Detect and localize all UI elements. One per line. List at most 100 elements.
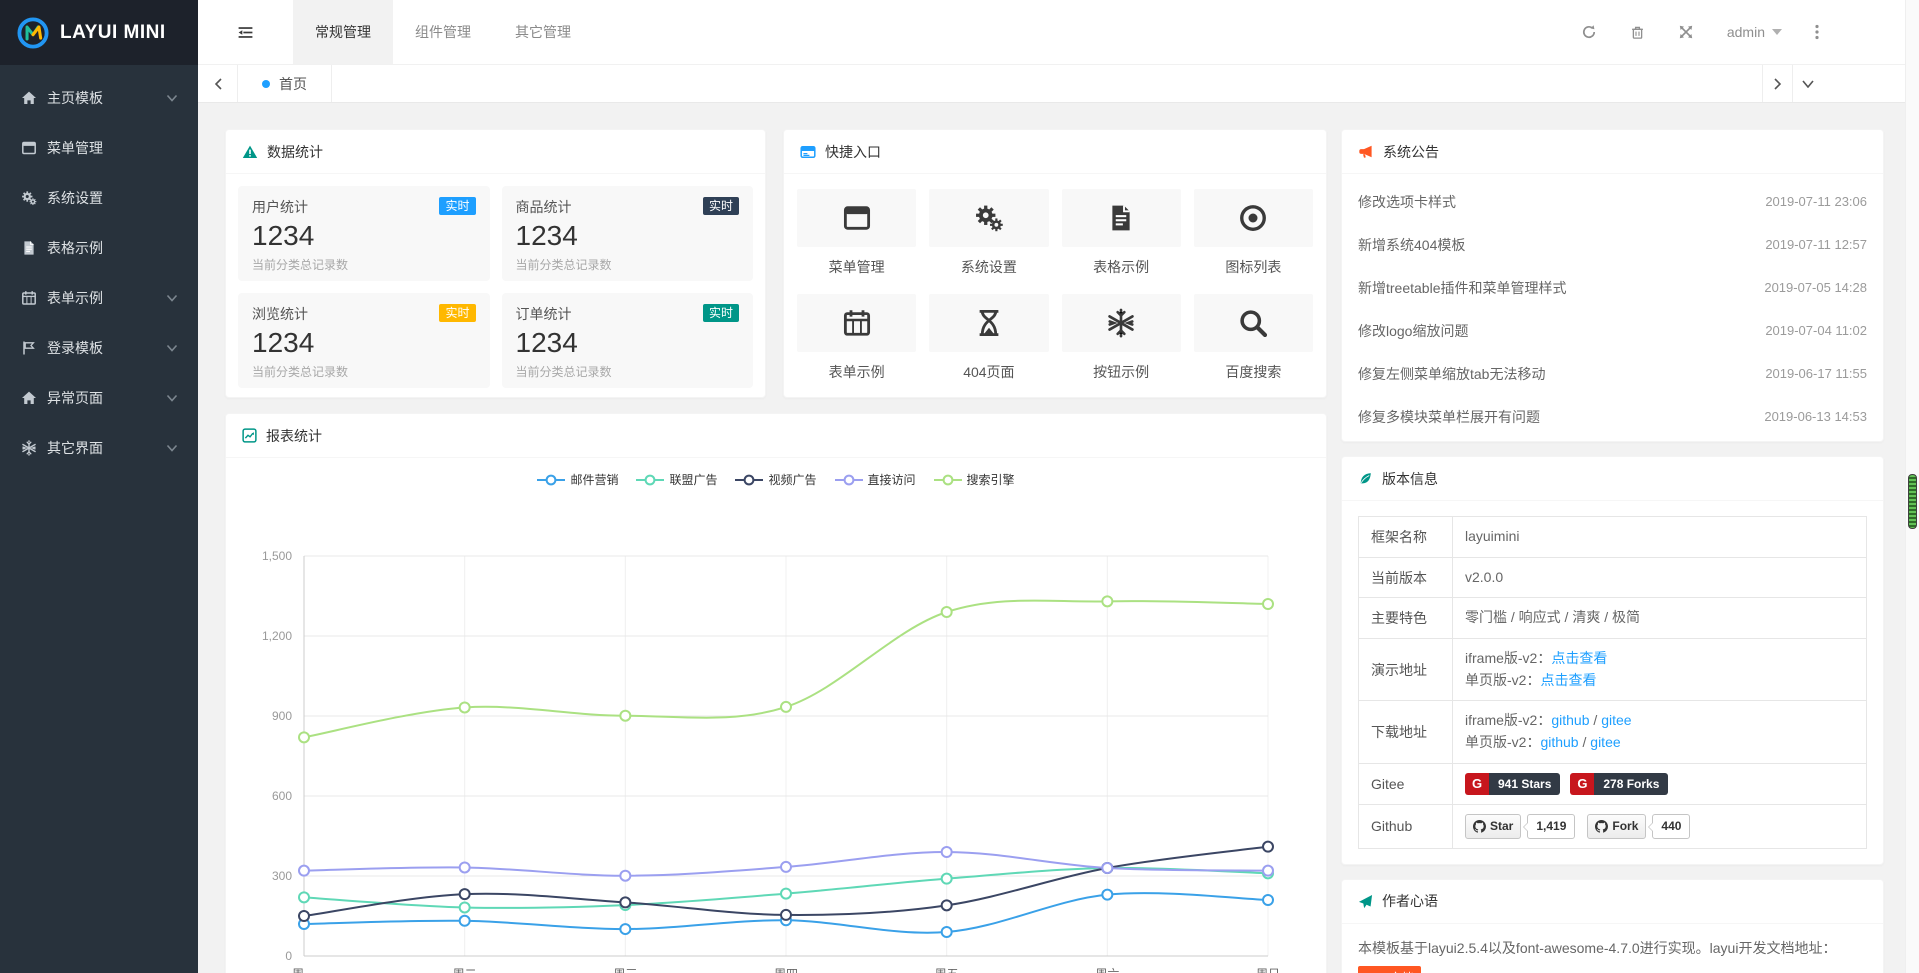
- sidebar-item-系统设置[interactable]: 系统设置: [0, 173, 198, 223]
- sidebar-item-主页模板[interactable]: 主页模板: [0, 73, 198, 123]
- fullscreen-icon[interactable]: [1678, 24, 1694, 40]
- quick-entry-表单示例[interactable]: 表单示例: [797, 294, 916, 382]
- panel-title: 版本信息: [1382, 469, 1438, 489]
- link-gitee[interactable]: gitee: [1601, 712, 1631, 728]
- quick-entry-按钮示例[interactable]: 按钮示例: [1062, 294, 1181, 382]
- top-header: 常规管理组件管理其它管理: [198, 0, 1919, 65]
- ellipsis-vertical-icon[interactable]: [1815, 24, 1819, 40]
- header-tab-其它管理[interactable]: 其它管理: [493, 0, 593, 64]
- app-logo[interactable]: LAYUI MINI: [0, 0, 198, 65]
- sidebar-item-其它界面[interactable]: 其它界面: [0, 423, 198, 473]
- sidebar: LAYUI MINI 主页模板菜单管理系统设置表格示例表单示例登录模板异常页面其…: [0, 0, 198, 973]
- author-intro-text: 本模板基于layui2.5.4以及font-awesome-4.7.0进行实现。…: [1358, 938, 1867, 960]
- chevron-down-icon: [166, 392, 178, 404]
- tab-operations-dropdown[interactable]: [1792, 65, 1822, 102]
- version-row-label: 框架名称: [1359, 517, 1453, 558]
- quick-entry-百度搜索[interactable]: 百度搜索: [1194, 294, 1313, 382]
- home-icon: [20, 390, 38, 406]
- quick-entry-404页面[interactable]: 404页面: [929, 294, 1048, 382]
- sidebar-item-label: 菜单管理: [47, 138, 103, 158]
- announcement-item: 新增treetable插件和菜单管理样式2019-07-05 14:28: [1358, 266, 1867, 309]
- sidebar-toggle-icon[interactable]: [198, 0, 293, 64]
- trash-icon[interactable]: [1630, 25, 1645, 40]
- announcement-text: 修改选项卡样式: [1358, 192, 1456, 212]
- legend-marker-icon: [835, 474, 863, 486]
- header-tab-常规管理[interactable]: 常规管理: [293, 0, 393, 64]
- chart-line-icon: [242, 428, 257, 443]
- chevron-down-icon: [166, 342, 178, 354]
- snowflake-icon: [1106, 308, 1136, 338]
- calendar-icon: [20, 290, 38, 306]
- github-count: 1,419: [1527, 814, 1575, 839]
- gitee-logo-icon: G: [1465, 773, 1489, 795]
- quick-entry-label: 表格示例: [1062, 257, 1181, 277]
- gitee-badge-941 Stars[interactable]: G941 Stars: [1465, 773, 1560, 795]
- stat-desc: 当前分类总记录数: [252, 256, 476, 273]
- tab-home[interactable]: 首页: [238, 65, 332, 102]
- legend-item-视频广告[interactable]: 视频广告: [735, 471, 816, 488]
- link-github[interactable]: github: [1540, 734, 1578, 750]
- gitee-badge-278 Forks[interactable]: G278 Forks: [1570, 773, 1668, 795]
- calendar-icon: [842, 308, 872, 338]
- legend-marker-icon: [537, 474, 565, 486]
- version-row-value: 零门槛 / 响应式 / 清爽 / 极简: [1453, 598, 1867, 639]
- panel-title: 快捷入口: [825, 142, 881, 162]
- panel-title: 系统公告: [1383, 142, 1439, 162]
- scrollbar-thumb[interactable]: [1908, 474, 1917, 529]
- home-icon: [20, 90, 38, 106]
- legend-label: 搜索引擎: [967, 471, 1015, 488]
- legend-item-联盟广告[interactable]: 联盟广告: [636, 471, 717, 488]
- link-点击查看[interactable]: 点击查看: [1551, 650, 1607, 666]
- legend-label: 直接访问: [868, 471, 916, 488]
- stat-desc: 当前分类总记录数: [516, 256, 740, 273]
- legend-item-直接访问[interactable]: 直接访问: [835, 471, 916, 488]
- tab-scroll-right-button[interactable]: [1762, 65, 1792, 102]
- github-star-button[interactable]: Star1,419: [1465, 814, 1575, 839]
- sidebar-item-label: 表单示例: [47, 288, 103, 308]
- active-tab-dot: [262, 80, 270, 88]
- caret-down-icon: [1772, 29, 1782, 35]
- version-row-Gitee: GiteeG941 StarsG278 Forks: [1359, 763, 1867, 804]
- file-icon: [1106, 203, 1136, 233]
- svg-text:300: 300: [272, 869, 292, 883]
- announcement-item: 修复多模块菜单栏展开有问题2019-06-13 14:53: [1358, 395, 1867, 438]
- stat-value: 1234: [252, 327, 476, 359]
- link-gitee[interactable]: gitee: [1590, 734, 1620, 750]
- sidebar-item-表格示例[interactable]: 表格示例: [0, 223, 198, 273]
- announcement-item: 修改选项卡样式2019-07-11 23:06: [1358, 180, 1867, 223]
- announcement-date: 2019-07-05 14:28: [1764, 280, 1867, 295]
- status-badge: 实时: [439, 304, 475, 322]
- legend-item-邮件营销[interactable]: 邮件营销: [537, 471, 618, 488]
- sidebar-item-表单示例[interactable]: 表单示例: [0, 273, 198, 323]
- legend-marker-icon: [735, 474, 763, 486]
- layui-doc-badge[interactable]: layui文档: [1358, 966, 1421, 973]
- quick-entry-菜单管理[interactable]: 菜单管理: [797, 189, 916, 277]
- status-badge: 实时: [703, 197, 739, 215]
- stat-desc: 当前分类总记录数: [516, 363, 740, 380]
- warning-triangle-icon: [242, 144, 258, 160]
- tab-scroll-left-button[interactable]: [198, 65, 238, 102]
- sidebar-item-label: 表格示例: [47, 238, 103, 258]
- sidebar-item-菜单管理[interactable]: 菜单管理: [0, 123, 198, 173]
- link-github[interactable]: github: [1551, 712, 1589, 728]
- sidebar-item-异常页面[interactable]: 异常页面: [0, 373, 198, 423]
- quick-entry-系统设置[interactable]: 系统设置: [929, 189, 1048, 277]
- panel-title: 数据统计: [267, 142, 323, 162]
- header-tab-组件管理[interactable]: 组件管理: [393, 0, 493, 64]
- chevron-down-icon: [166, 292, 178, 304]
- quick-entry-图标列表[interactable]: 图标列表: [1194, 189, 1313, 277]
- username: admin: [1727, 24, 1765, 40]
- version-row-value: v2.0.0: [1453, 557, 1867, 598]
- link-点击查看[interactable]: 点击查看: [1540, 672, 1596, 688]
- legend-item-搜索引擎[interactable]: 搜索引擎: [934, 471, 1015, 488]
- legend-marker-icon: [636, 474, 664, 486]
- refresh-icon[interactable]: [1581, 24, 1597, 40]
- user-menu[interactable]: admin: [1727, 24, 1782, 40]
- sidebar-item-label: 其它界面: [47, 438, 103, 458]
- card-icon: [800, 144, 816, 160]
- github-fork-button[interactable]: Fork440: [1587, 814, 1690, 839]
- page-tab-bar: 首页: [198, 65, 1919, 103]
- sidebar-item-登录模板[interactable]: 登录模板: [0, 323, 198, 373]
- chart-legend: 邮件营销 联盟广告 视频广告 直接访问 搜索引擎: [226, 458, 1326, 488]
- quick-entry-表格示例[interactable]: 表格示例: [1062, 189, 1181, 277]
